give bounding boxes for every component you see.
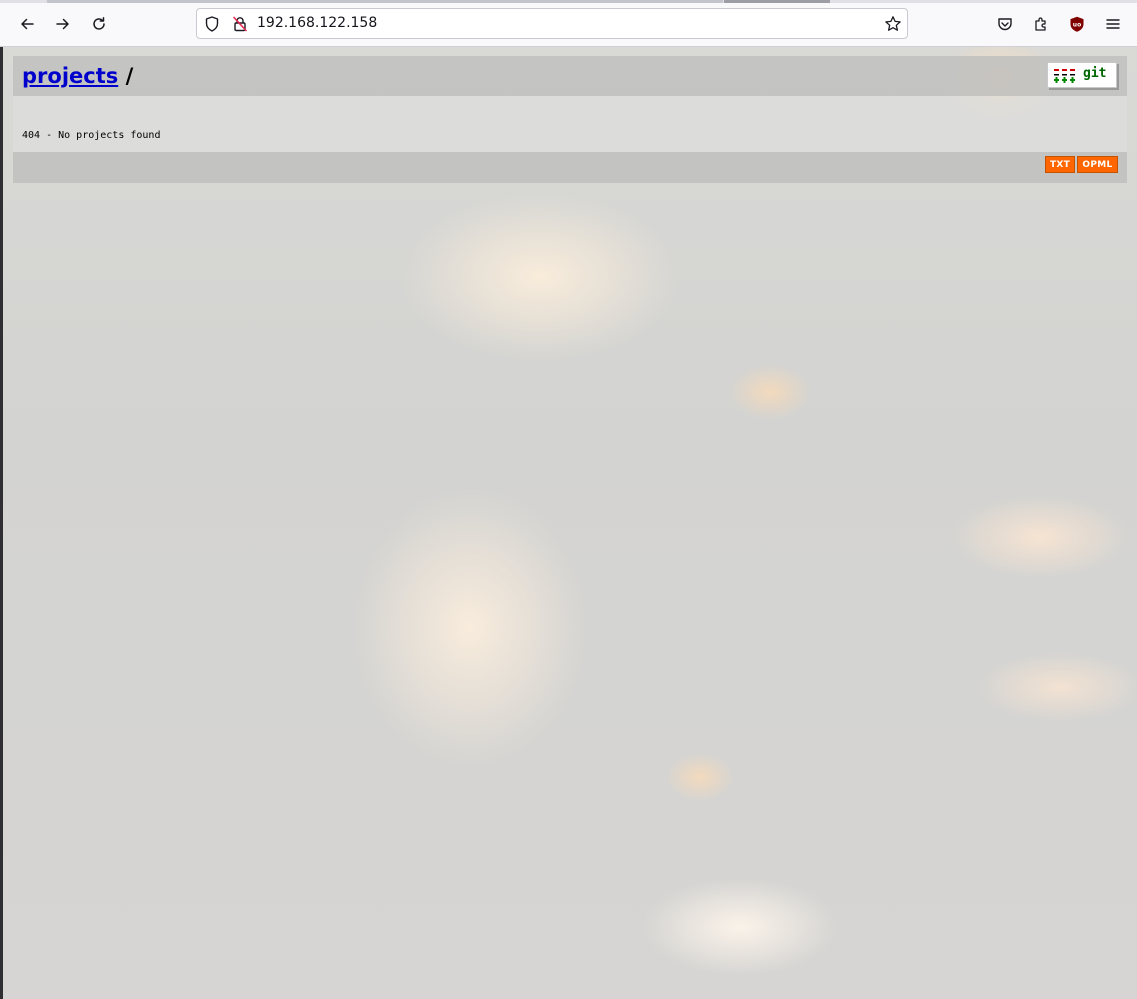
shield-icon[interactable]: [203, 15, 221, 33]
forward-button[interactable]: [48, 9, 78, 39]
back-icon: [21, 18, 34, 30]
pocket-button[interactable]: [990, 9, 1020, 39]
projects-link[interactable]: projects: [22, 64, 118, 88]
reload-icon: [93, 17, 105, 30]
ublock-button[interactable]: uo: [1062, 9, 1092, 39]
extensions-icon: [1035, 17, 1046, 31]
svg-text:uo: uo: [1073, 22, 1081, 29]
url-bar[interactable]: 192.168.122.158: [196, 8, 908, 39]
forward-icon: [56, 18, 69, 30]
reload-button[interactable]: [84, 9, 114, 39]
window-edge: [0, 47, 3, 999]
breadcrumb: projects /: [22, 64, 133, 88]
page-body: 404 - No projects found: [13, 96, 1127, 152]
breadcrumb-separator: /: [125, 64, 134, 88]
extensions-button[interactable]: [1026, 9, 1056, 39]
pocket-icon: [998, 18, 1012, 31]
browser-toolbar: 192.168.122.158 uo: [0, 0, 1137, 47]
page-footer: TXT OPML: [13, 152, 1127, 183]
tab-strip: [0, 0, 1137, 3]
menu-icon: [1106, 19, 1120, 29]
url-text[interactable]: 192.168.122.158: [257, 15, 377, 31]
git-logo-icon: [1054, 69, 1075, 83]
page-header: projects / git: [13, 56, 1127, 96]
bookmark-star-icon[interactable]: [884, 15, 902, 33]
git-logo-link[interactable]: git: [1047, 62, 1117, 88]
error-message: 404 - No projects found: [22, 130, 161, 141]
git-logo-text: git: [1083, 66, 1107, 81]
page-viewport: projects / git 404 - No projects found T…: [0, 47, 1137, 999]
insecure-lock-icon[interactable]: [231, 15, 249, 33]
app-menu-button[interactable]: [1098, 9, 1128, 39]
ublock-icon: uo: [1070, 16, 1084, 32]
opml-feed-button[interactable]: OPML: [1077, 156, 1118, 173]
txt-feed-button[interactable]: TXT: [1045, 156, 1075, 173]
back-button[interactable]: [12, 9, 42, 39]
